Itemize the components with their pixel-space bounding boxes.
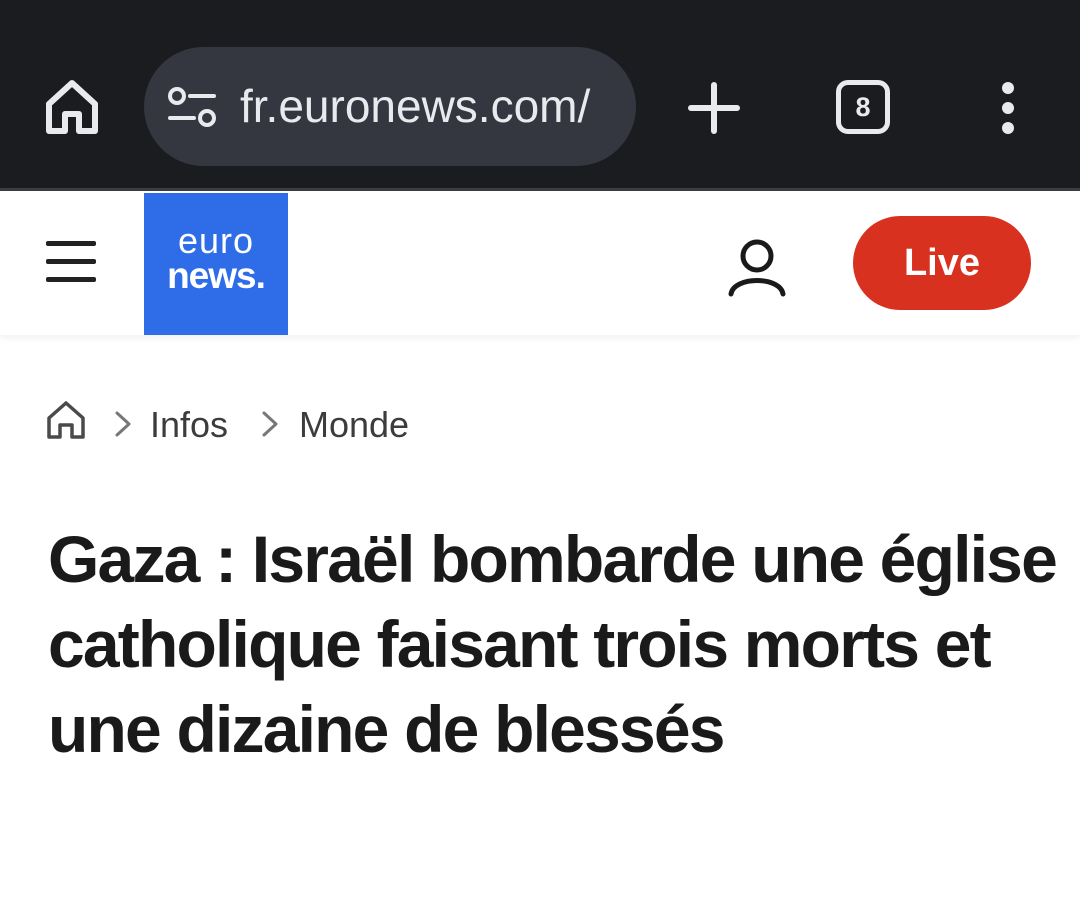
live-button[interactable]: Live bbox=[853, 216, 1031, 310]
chevron-right-icon bbox=[114, 410, 132, 438]
address-bar[interactable]: fr.euronews.com/ bbox=[144, 47, 636, 166]
tune-icon[interactable] bbox=[168, 87, 216, 127]
site-header: euro news. Live bbox=[0, 191, 1080, 335]
plus-icon[interactable] bbox=[688, 82, 740, 134]
more-vert-icon[interactable] bbox=[992, 80, 1024, 136]
euronews-logo[interactable]: euro news. bbox=[144, 193, 288, 335]
tab-switcher-button[interactable]: 8 bbox=[836, 80, 890, 134]
home-icon[interactable] bbox=[44, 78, 100, 136]
browser-toolbar: fr.euronews.com/ 8 bbox=[0, 0, 1080, 191]
article-headline: Gaza : Israël bombarde une église cathol… bbox=[48, 522, 1058, 766]
breadcrumb-item-infos[interactable]: Infos bbox=[150, 400, 228, 450]
chevron-right-icon bbox=[261, 410, 279, 438]
hamburger-icon[interactable] bbox=[46, 241, 98, 283]
logo-line-euro: euro bbox=[177, 220, 255, 261]
url-text[interactable]: fr.euronews.com/ bbox=[240, 47, 620, 166]
user-icon[interactable] bbox=[726, 236, 788, 298]
logo-line-news: news. bbox=[167, 255, 266, 296]
breadcrumb-item-monde[interactable]: Monde bbox=[299, 400, 409, 450]
home-outline-icon[interactable] bbox=[46, 400, 86, 440]
